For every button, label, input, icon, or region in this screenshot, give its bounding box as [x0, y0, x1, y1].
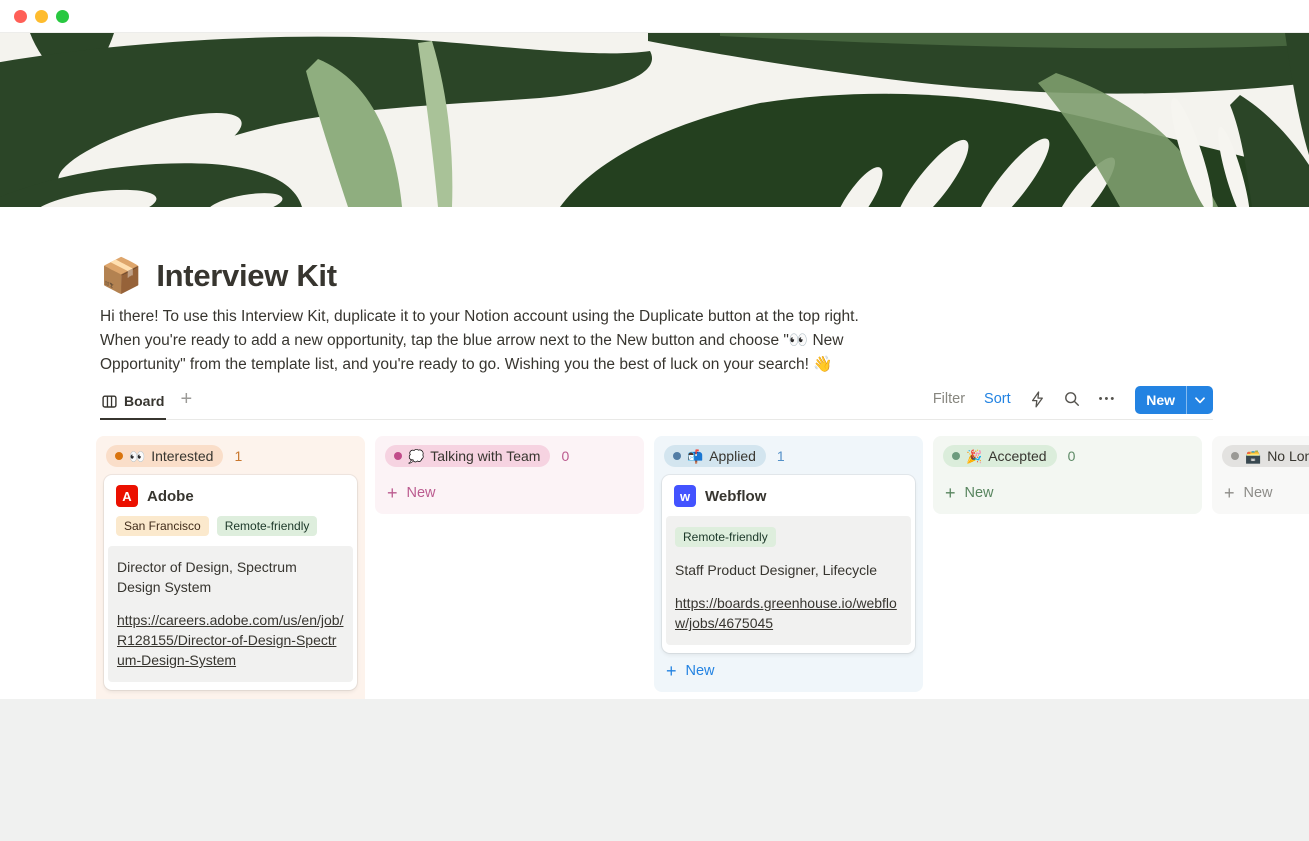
add-card-label: New — [965, 485, 994, 501]
add-card-button-no-longer[interactable]: + New — [1220, 475, 1309, 508]
page-header: 📦 Interview Kit — [0, 207, 1309, 299]
mailbox-emoji-icon: 📬 — [687, 450, 703, 463]
tag-san-francisco: San Francisco — [116, 516, 209, 536]
card-webflow[interactable]: w Webflow Remote-friendly Staff Product … — [662, 475, 915, 653]
eyes-emoji-icon: 👀 — [129, 450, 145, 463]
card-tags: Remote-friendly — [675, 527, 902, 547]
column-count: 0 — [1068, 448, 1076, 464]
status-dot-icon — [115, 452, 123, 460]
card-company-name: Adobe — [147, 488, 194, 505]
add-card-button-talking[interactable]: + New — [383, 475, 636, 508]
column-cards: A Adobe San Francisco Remote-friendly Di… — [104, 475, 357, 690]
add-card-button-interested[interactable]: + New — [104, 690, 357, 699]
board-view-icon — [102, 394, 117, 409]
card-adobe[interactable]: A Adobe San Francisco Remote-friendly Di… — [104, 475, 357, 690]
add-card-label: New — [1244, 485, 1273, 501]
status-pill: 👀 Interested — [106, 445, 223, 467]
column-cards: w Webflow Remote-friendly Staff Product … — [662, 475, 915, 653]
column-header[interactable]: 🗃️ No Lon — [1220, 443, 1309, 475]
plus-icon: + — [1224, 484, 1235, 502]
board-column-no-longer: 🗃️ No Lon + New — [1212, 436, 1309, 514]
column-header[interactable]: 📬 Applied 1 — [662, 443, 915, 475]
plus-icon: + — [945, 484, 956, 502]
add-card-label: New — [686, 663, 715, 679]
status-dot-icon — [1231, 452, 1239, 460]
card-file-box-emoji-icon: 🗃️ — [1245, 450, 1261, 463]
more-options-icon[interactable]: ••• — [1099, 393, 1117, 405]
search-icon[interactable] — [1064, 391, 1080, 407]
column-header[interactable]: 💭 Talking with Team 0 — [383, 443, 636, 475]
add-card-button-accepted[interactable]: + New — [941, 475, 1194, 508]
card-title-row: A Adobe — [104, 475, 357, 516]
status-label: Accepted — [988, 448, 1046, 464]
window-titlebar — [0, 0, 1309, 33]
card-company-name: Webflow — [705, 488, 766, 505]
status-pill: 📬 Applied — [664, 445, 766, 467]
board-column-accepted: 🎉 Accepted 0 + New — [933, 436, 1202, 514]
adobe-logo-icon: A — [116, 485, 138, 507]
board-column-talking-with-team: 💭 Talking with Team 0 + New — [375, 436, 644, 514]
zoom-window-icon[interactable] — [56, 10, 69, 23]
job-title-text: Staff Product Designer, Lifecycle — [675, 560, 902, 580]
view-tabs: Board + — [100, 387, 192, 419]
view-toolbar: Filter Sort ••• New — [933, 386, 1213, 419]
column-count: 1 — [234, 448, 242, 464]
status-label: Interested — [151, 448, 213, 464]
tag-remote-friendly: Remote-friendly — [675, 527, 776, 547]
status-label: Talking with Team — [430, 448, 540, 464]
new-button[interactable]: New — [1135, 386, 1186, 414]
status-pill: 🎉 Accepted — [943, 445, 1057, 467]
card-tags: San Francisco Remote-friendly — [104, 516, 357, 546]
add-card-label: New — [407, 485, 436, 501]
page-content: 📦 Interview Kit Hi there! To use this In… — [0, 207, 1309, 699]
package-emoji-icon[interactable]: 📦 — [100, 259, 142, 293]
thought-balloon-emoji-icon: 💭 — [408, 450, 424, 463]
party-popper-emoji-icon: 🎉 — [966, 450, 982, 463]
tab-board-label: Board — [124, 393, 164, 409]
page-title: Interview Kit — [156, 258, 336, 294]
status-dot-icon — [952, 452, 960, 460]
tag-remote-friendly: Remote-friendly — [217, 516, 318, 536]
status-pill: 🗃️ No Lon — [1222, 445, 1309, 467]
column-count: 0 — [561, 448, 569, 464]
page-cover-image[interactable] — [0, 33, 1309, 207]
kanban-board: 👀 Interested 1 A Adobe San Francisco Rem… — [96, 436, 1309, 699]
new-dropdown-button[interactable] — [1187, 386, 1213, 414]
view-bar: Board + Filter Sort ••• New — [100, 385, 1213, 420]
tab-board[interactable]: Board — [100, 387, 166, 420]
minimize-window-icon[interactable] — [35, 10, 48, 23]
status-label: No Lon — [1267, 448, 1309, 464]
plus-icon: + — [387, 484, 398, 502]
board-column-interested: 👀 Interested 1 A Adobe San Francisco Rem… — [96, 436, 365, 699]
webflow-logo-icon: w — [674, 485, 696, 507]
job-title-text: Director of Design, Spectrum Design Syst… — [117, 557, 344, 597]
status-dot-icon — [673, 452, 681, 460]
job-url-link[interactable]: https://careers.adobe.com/us/en/job/R128… — [117, 610, 344, 670]
column-count: 1 — [777, 448, 785, 464]
sort-button[interactable]: Sort — [984, 391, 1011, 407]
job-url-link[interactable]: https://boards.greenhouse.io/webflow/job… — [675, 593, 902, 633]
status-pill: 💭 Talking with Team — [385, 445, 550, 467]
plus-icon: + — [666, 662, 677, 680]
card-page-preview: Director of Design, Spectrum Design Syst… — [108, 546, 353, 682]
card-page-preview: Remote-friendly Staff Product Designer, … — [666, 516, 911, 645]
board-column-applied: 📬 Applied 1 w Webflow Remote-friendly St — [654, 436, 923, 692]
window-background — [0, 699, 1309, 841]
status-dot-icon — [394, 452, 402, 460]
chevron-down-icon — [1195, 397, 1205, 404]
add-card-button-applied[interactable]: + New — [662, 653, 915, 686]
new-button-group: New — [1135, 386, 1213, 414]
page-description: Hi there! To use this Interview Kit, dup… — [100, 305, 878, 377]
filter-button[interactable]: Filter — [933, 391, 965, 407]
automation-bolt-icon[interactable] — [1030, 391, 1045, 408]
status-label: Applied — [709, 448, 756, 464]
column-header[interactable]: 🎉 Accepted 0 — [941, 443, 1194, 475]
column-header[interactable]: 👀 Interested 1 — [104, 443, 357, 475]
add-view-button[interactable]: + — [180, 388, 192, 419]
monstera-cover-illustration — [0, 33, 1309, 207]
card-title-row: w Webflow — [662, 475, 915, 516]
close-window-icon[interactable] — [14, 10, 27, 23]
